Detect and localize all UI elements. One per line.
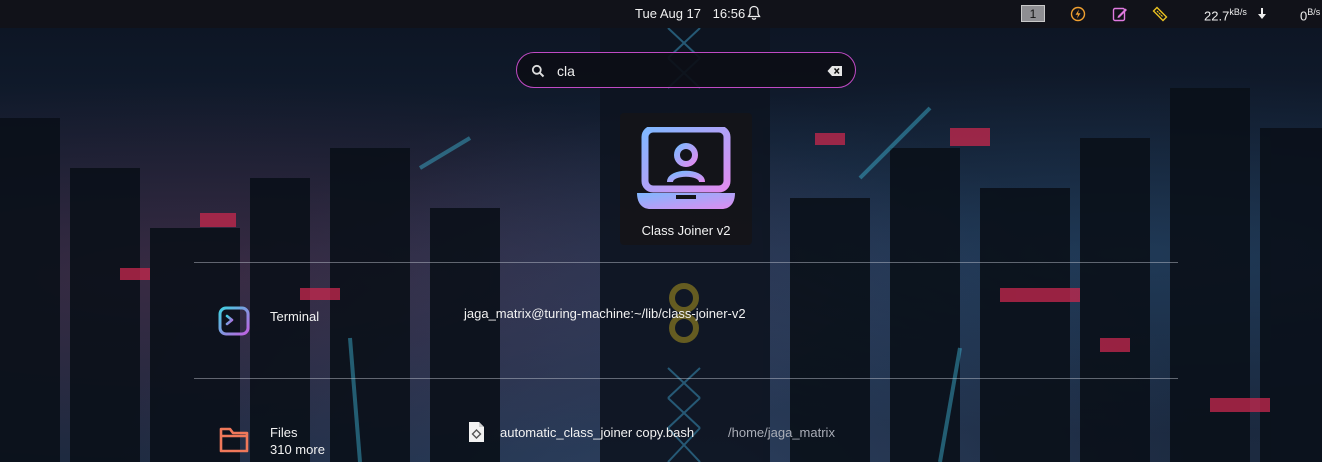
download-rate: 22.7kB/s [1204, 7, 1247, 23]
file-result-path: /home/jaga_matrix [728, 425, 835, 440]
script-file-icon [469, 422, 484, 442]
more-results-label[interactable]: 310 more [270, 442, 325, 457]
wallpaper-city [0, 28, 1322, 462]
laptop-user-icon [637, 127, 735, 209]
download-arrow-icon [1258, 8, 1266, 19]
category-label-files: Files [270, 425, 298, 440]
app-result-label: Class Joiner v2 [641, 223, 731, 238]
workspace-indicator[interactable]: 1 [1021, 5, 1045, 22]
terminal-result-title[interactable]: jaga_matrix@turing-machine:~/lib/class-j… [464, 306, 746, 321]
upload-rate: 0B/s [1300, 7, 1320, 23]
search-input[interactable] [555, 60, 809, 82]
time-label: 16:56 [712, 6, 746, 21]
download-rate-unit: kB/s [1229, 7, 1247, 17]
upload-rate-unit: B/s [1307, 7, 1321, 17]
clock[interactable]: Tue Aug 17 16:56 [635, 6, 745, 21]
clear-search-icon[interactable] [827, 65, 843, 77]
app-result-class-joiner[interactable]: Class Joiner v2 [620, 113, 752, 245]
search-icon [531, 64, 545, 78]
top-panel: Tue Aug 17 16:56 1 22.7kB/s 0B/s [0, 0, 1322, 28]
date-label: Tue Aug 17 [635, 6, 702, 21]
search-box[interactable] [516, 52, 856, 88]
separator [194, 378, 1178, 379]
file-result-name[interactable]: automatic_class_joiner copy.bash [500, 425, 694, 440]
category-label-terminal: Terminal [270, 309, 320, 324]
download-rate-value: 22.7 [1204, 8, 1230, 24]
notes-icon[interactable] [1112, 6, 1128, 22]
separator [194, 262, 1178, 263]
ruler-icon[interactable] [1152, 6, 1168, 22]
power-icon[interactable] [1070, 6, 1086, 22]
terminal-icon [218, 306, 250, 336]
bell-icon[interactable] [746, 5, 762, 21]
folder-icon [219, 427, 249, 453]
